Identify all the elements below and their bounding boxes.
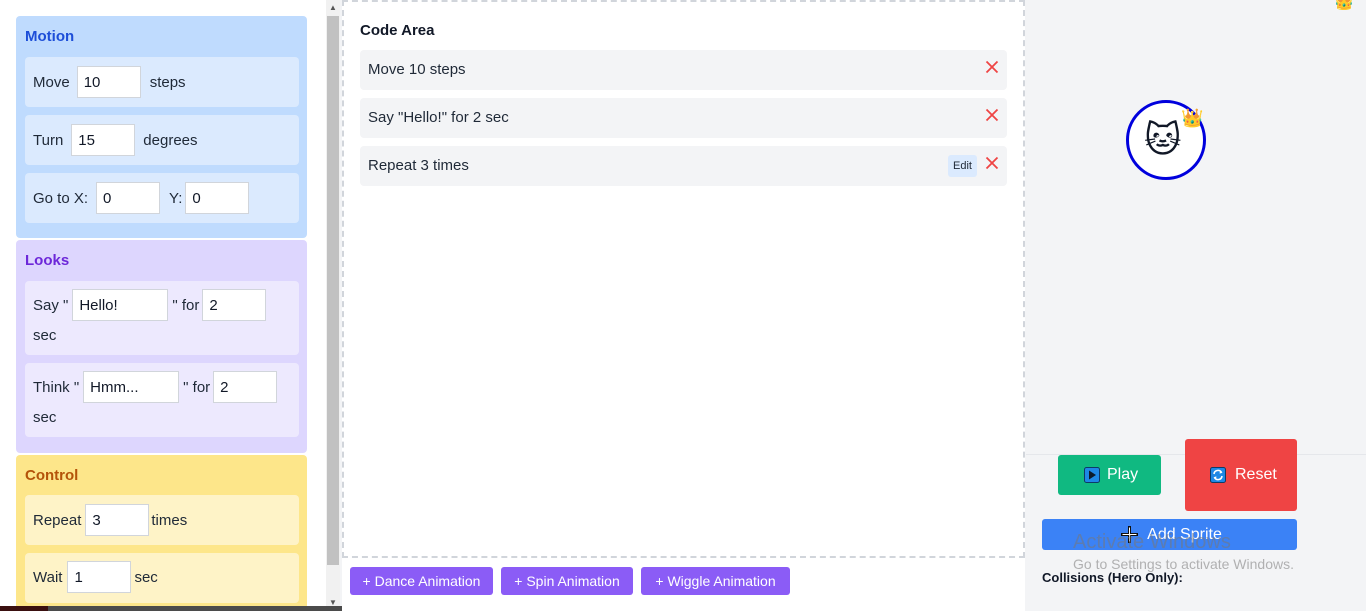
reset-label: Reset [1235,466,1277,483]
block-wait[interactable]: Wait sec [25,553,299,603]
block-think-unit: sec [33,409,57,426]
play-icon [1084,467,1100,483]
play-label: Play [1107,466,1139,483]
delete-block-icon[interactable] [985,108,999,122]
move-steps-input[interactable] [76,66,141,98]
block-move[interactable]: Move steps [25,57,299,107]
palette-scrollbar[interactable]: ▲ ▼ [326,0,340,611]
block-say[interactable]: Say " " for sec [25,281,299,355]
block-goto-x-label: Go to X: [33,189,89,207]
repeat-times-input[interactable] [85,504,150,536]
wait-seconds-input[interactable] [67,561,132,593]
reset-button[interactable]: Reset [1185,439,1297,511]
block-move-label: Move [33,73,70,91]
block-repeat[interactable]: Repeat times [25,495,299,545]
block-wait-label: Wait [33,568,63,586]
category-title-looks: Looks [25,252,70,269]
category-looks: Looks Say " " for sec Think " " for [16,240,307,453]
category-title-motion: Motion [25,28,75,45]
scroll-up-arrow-icon[interactable]: ▲ [326,0,340,16]
activate-windows-watermark-title: Activate Windows [1073,531,1231,553]
block-think[interactable]: Think " " for sec [25,363,299,437]
animation-bar: + Dance Animation + Spin Animation + Wig… [342,558,1025,611]
block-palette: Motion Move steps Turn degrees Go to X: [0,0,326,611]
scrollbar-thumb[interactable] [327,16,339,565]
block-goto[interactable]: Go to X: Y: [25,173,299,223]
activate-windows-watermark-subtitle: Go to Settings to activate Windows. [1073,556,1294,572]
code-block-label: Move 10 steps [368,61,466,78]
code-block-repeat[interactable]: Repeat 3 times Edit [360,146,1007,186]
block-turn[interactable]: Turn degrees [25,115,299,165]
category-motion: Motion Move steps Turn degrees Go to X: [16,16,307,238]
dance-animation-button[interactable]: + Dance Animation [350,567,493,595]
category-control: Control Repeat times Wait sec [16,455,307,611]
block-repeat-label: Repeat [33,511,82,529]
block-repeat-unit: times [151,511,188,529]
block-think-mid: " for [183,378,211,396]
block-wait-unit: sec [134,568,158,586]
play-button[interactable]: Play [1058,455,1161,495]
block-say-unit: sec [33,327,57,344]
block-say-mid: " for [172,296,200,314]
block-turn-unit: degrees [143,131,198,149]
block-move-unit: steps [149,73,186,91]
think-seconds-input[interactable] [213,371,278,403]
code-block-label: Say "Hello!" for 2 sec [368,109,509,126]
code-block-label: Repeat 3 times [368,157,469,174]
spin-animation-button[interactable]: + Spin Animation [501,567,633,595]
mini-sprite-crown-icon[interactable]: 👑 [1334,0,1354,12]
code-area[interactable]: Code Area Move 10 steps Say "Hello!" for… [342,0,1025,558]
refresh-icon [1210,467,1226,483]
collisions-heading: Collisions (Hero Only): [1042,570,1183,585]
edit-block-button[interactable]: Edit [948,155,977,177]
cat-face-icon[interactable]: 🐱 [1144,120,1182,160]
delete-block-icon[interactable] [985,156,999,170]
goto-y-input[interactable] [185,182,250,214]
category-title-control: Control [25,467,79,484]
block-think-prefix: Think " [33,378,80,396]
say-text-input[interactable] [72,289,169,321]
wiggle-animation-button[interactable]: + Wiggle Animation [641,567,790,595]
crown-icon: 👑 [1181,108,1204,128]
think-text-input[interactable] [83,371,180,403]
block-turn-label: Turn [33,131,64,149]
delete-block-icon[interactable] [985,60,999,74]
app-root: Motion Move steps Turn degrees Go to X: [0,0,1366,611]
block-say-prefix: Say " [33,296,69,314]
taskbar-edge-accent [0,606,48,611]
block-goto-y-label: Y: [169,189,183,207]
code-area-title: Code Area [360,22,435,39]
say-seconds-input[interactable] [202,289,267,321]
code-block-move[interactable]: Move 10 steps [360,50,1007,90]
code-block-say[interactable]: Say "Hello!" for 2 sec [360,98,1007,138]
turn-degrees-input[interactable] [71,124,136,156]
goto-x-input[interactable] [96,182,161,214]
stage[interactable] [1026,0,1366,454]
taskbar-edge [0,606,342,611]
